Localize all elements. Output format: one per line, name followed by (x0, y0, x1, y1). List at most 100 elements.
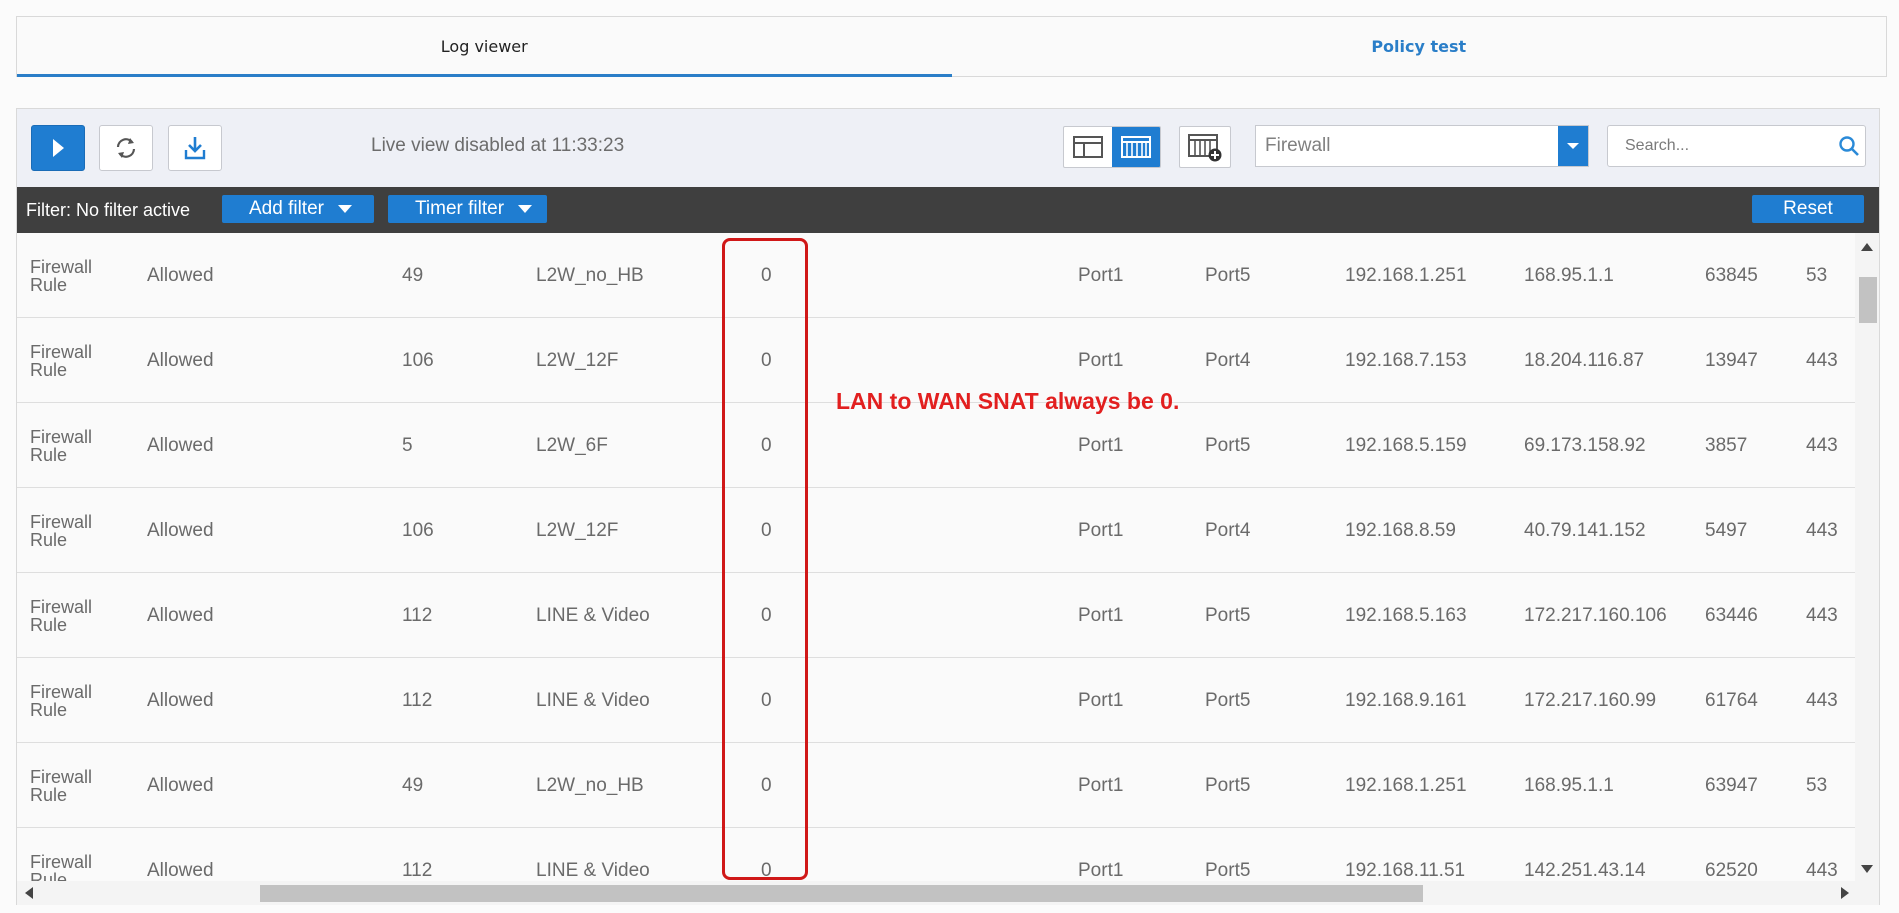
cell-src-port: 62520 (1705, 859, 1758, 881)
cell-log-type: Firewall Rule (30, 341, 93, 380)
cell-out-interface: Port4 (1205, 519, 1251, 541)
cell-rule-id: 106 (402, 349, 434, 371)
table-row[interactable]: Firewall Rule Allowed 49 L2W_no_HB 0 Port1 Por… (17, 743, 1855, 828)
cell-in-interface: Port1 (1078, 859, 1124, 881)
log-type-value: Firewall (1265, 135, 1331, 156)
cell-action: Allowed (147, 349, 214, 371)
cell-in-interface: Port1 (1078, 774, 1124, 796)
download-button[interactable] (168, 125, 222, 171)
table-row[interactable]: Firewall Rule Allowed 49 L2W_no_HB 0 Port1 Por… (17, 233, 1855, 318)
cell-src-ip: 192.168.1.251 (1345, 774, 1467, 796)
refresh-button[interactable] (99, 125, 153, 171)
cell-out-interface: Port5 (1205, 689, 1251, 711)
search-box (1607, 125, 1866, 167)
log-type-select[interactable]: Firewall (1255, 125, 1589, 167)
cell-dst-ip: 172.217.160.99 (1524, 689, 1657, 711)
cell-log-type: Firewall Rule (30, 511, 93, 550)
cell-rule-name: L2W_12F (536, 519, 619, 541)
cell-out-interface: Port5 (1205, 434, 1251, 456)
scroll-up-icon[interactable] (1861, 243, 1873, 251)
table-row[interactable]: Firewall Rule Allowed 112 LINE & Video 0 Port… (17, 828, 1855, 882)
filter-status: Filter: No filter active (26, 200, 191, 220)
cell-snat: 0 (761, 264, 772, 286)
reset-button[interactable]: Reset (1752, 195, 1864, 223)
cell-rule-name: LINE & Video (536, 604, 650, 626)
start-live-view-button[interactable] (31, 125, 85, 171)
cell-dst-port: 443 (1806, 604, 1838, 626)
cell-dst-port: 443 (1806, 519, 1838, 541)
cell-src-ip: 192.168.5.159 (1345, 434, 1467, 456)
tab-policy-test[interactable]: Policy test (952, 17, 1887, 76)
cell-dst-port: 443 (1806, 689, 1838, 711)
scroll-left-icon[interactable] (25, 887, 33, 899)
live-view-status: Live view disabled at 11:33:23 (371, 135, 625, 156)
tab-log-viewer[interactable]: Log viewer (17, 17, 952, 77)
cell-dst-port: 443 (1806, 434, 1838, 456)
add-column-icon (1188, 134, 1222, 162)
cell-rule-name: LINE & Video (536, 859, 650, 881)
search-input[interactable] (1608, 127, 1832, 165)
cell-rule-name: L2W_no_HB (536, 264, 644, 286)
table-row[interactable]: Firewall Rule Allowed 5 L2W_6F 0 Port1 Port5 19… (17, 403, 1855, 488)
tab-bar: Log viewer Policy test (16, 16, 1887, 77)
cell-dst-ip: 172.217.160.106 (1524, 604, 1667, 626)
search-icon[interactable] (1832, 135, 1865, 157)
horizontal-scroll-thumb[interactable] (260, 885, 1423, 902)
cell-dst-ip: 168.95.1.1 (1524, 774, 1614, 796)
cell-src-ip: 192.168.7.153 (1345, 349, 1467, 371)
cell-rule-id: 112 (402, 689, 433, 711)
cell-rule-name: L2W_6F (536, 434, 608, 456)
grid-view-icon (1121, 136, 1151, 158)
cell-rule-id: 112 (402, 859, 433, 881)
table-row[interactable]: Firewall Rule Allowed 112 LINE & Video 0 Port… (17, 658, 1855, 743)
chevron-down-icon[interactable] (1558, 126, 1588, 166)
cell-in-interface: Port1 (1078, 689, 1124, 711)
timer-filter-label: Timer filter (415, 198, 505, 219)
cell-rule-name: L2W_no_HB (536, 774, 644, 796)
cell-out-interface: Port5 (1205, 604, 1251, 626)
timer-filter-button[interactable]: Timer filter (388, 195, 547, 223)
cell-action: Allowed (147, 604, 214, 626)
cell-src-port: 63845 (1705, 264, 1758, 286)
cell-action: Allowed (147, 264, 214, 286)
cell-src-port: 3857 (1705, 434, 1748, 456)
cell-dst-ip: 18.204.116.87 (1524, 349, 1645, 371)
toolbar: Live view disabled at 11:33:23 Firewall … (17, 109, 1879, 187)
cell-snat: 0 (761, 519, 772, 541)
cell-rule-name: L2W_12F (536, 349, 619, 371)
vertical-scrollbar[interactable] (1855, 233, 1879, 881)
horizontal-scrollbar[interactable] (17, 881, 1879, 905)
scroll-right-icon[interactable] (1841, 887, 1849, 899)
cell-out-interface: Port5 (1205, 774, 1251, 796)
log-panel: Live view disabled at 11:33:23 Firewall … (16, 108, 1880, 905)
table-row[interactable]: Firewall Rule Allowed 106 L2W_12F 0 Port1 Port… (17, 488, 1855, 573)
cell-action: Allowed (147, 774, 214, 796)
cell-dst-port: 53 (1806, 264, 1828, 286)
cell-snat: 0 (761, 774, 772, 796)
add-filter-button[interactable]: Add filter (222, 195, 374, 223)
cell-snat: 0 (761, 604, 772, 626)
cell-src-port: 63947 (1705, 774, 1758, 796)
cell-rule-id: 112 (402, 604, 433, 626)
cell-src-port: 5497 (1705, 519, 1748, 541)
cell-snat: 0 (761, 434, 772, 456)
play-icon (53, 139, 64, 157)
cell-in-interface: Port1 (1078, 434, 1124, 456)
cell-dst-ip: 40.79.141.152 (1524, 519, 1646, 541)
log-table: Firewall Rule Allowed 49 L2W_no_HB 0 Port1 Por… (17, 233, 1855, 881)
vertical-scroll-thumb[interactable] (1859, 277, 1877, 323)
cell-log-type: Firewall Rule (30, 851, 93, 882)
cell-log-type: Firewall Rule (30, 766, 93, 805)
detail-view-icon (1073, 136, 1103, 158)
cell-action: Allowed (147, 689, 214, 711)
detailed-view-button[interactable] (1064, 127, 1112, 167)
cell-out-interface: Port5 (1205, 264, 1251, 286)
cell-src-ip: 192.168.9.161 (1345, 689, 1467, 711)
add-column-button[interactable] (1179, 126, 1231, 168)
cell-log-type: Firewall Rule (30, 256, 93, 295)
grid-view-button[interactable] (1112, 127, 1160, 167)
table-row[interactable]: Firewall Rule Allowed 112 LINE & Video 0 Port… (17, 573, 1855, 658)
scroll-down-icon[interactable] (1861, 865, 1873, 873)
cell-snat: 0 (761, 349, 772, 371)
cell-rule-name: LINE & Video (536, 689, 650, 711)
